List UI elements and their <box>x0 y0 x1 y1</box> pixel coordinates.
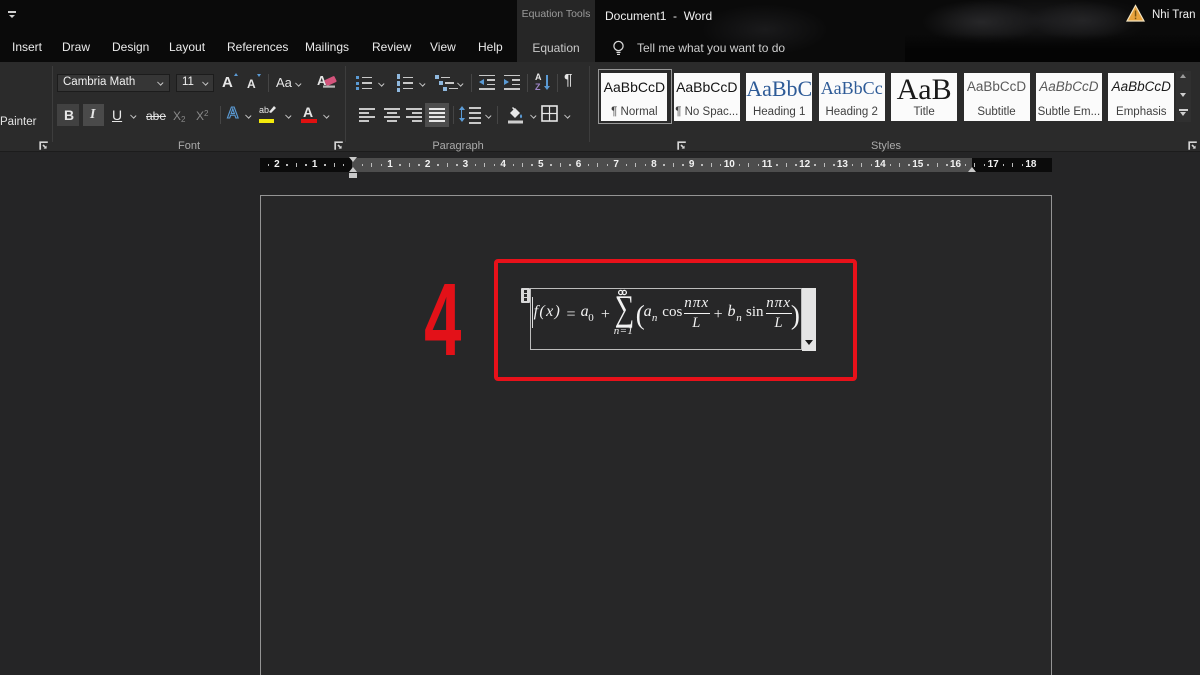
svg-text:ab: ab <box>259 105 269 115</box>
